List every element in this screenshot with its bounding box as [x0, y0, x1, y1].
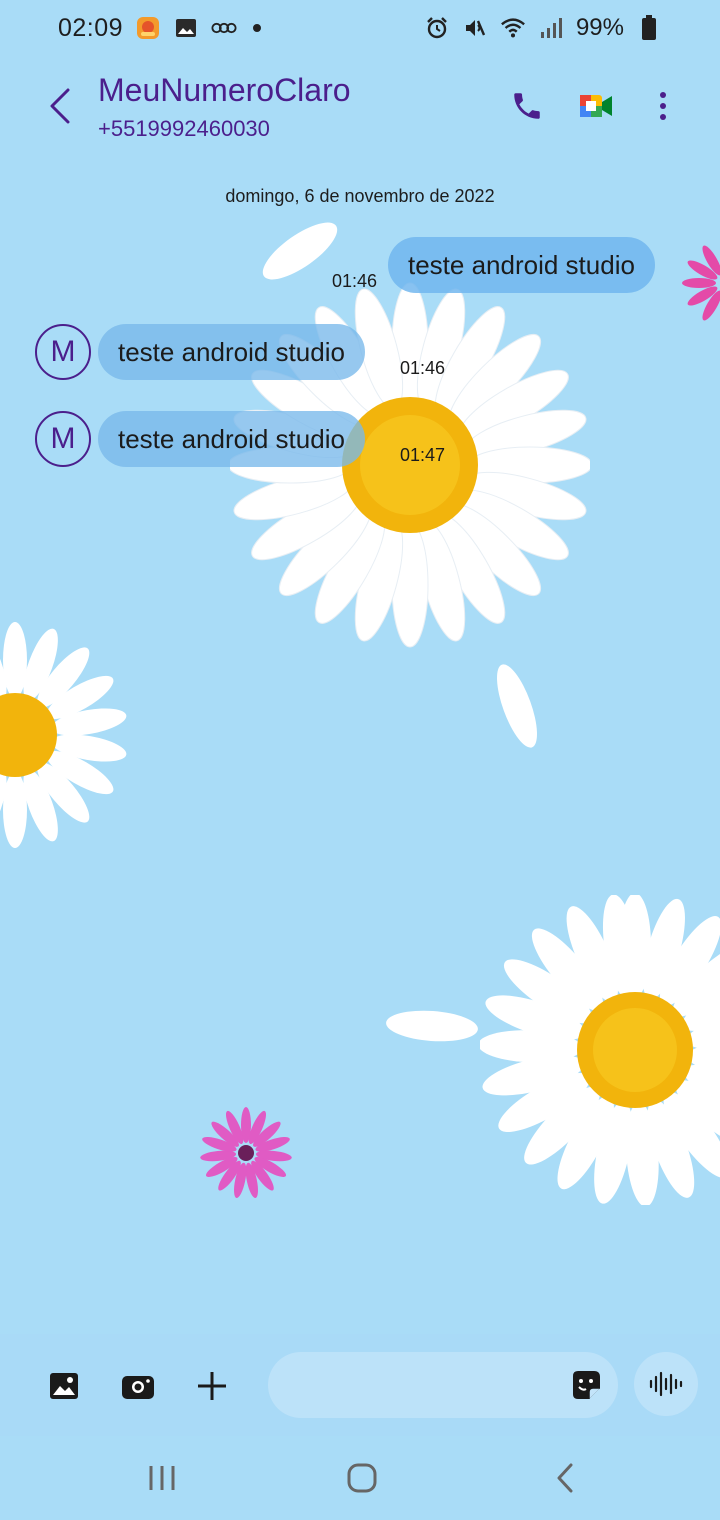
phone-icon	[514, 93, 540, 119]
add-icon	[198, 1372, 226, 1400]
petal-illustration	[386, 1010, 478, 1042]
message-row-received: M teste android studio 01:46	[0, 324, 720, 384]
gallery-icon	[50, 1373, 78, 1399]
avatar-initial: M	[50, 335, 76, 368]
voicemail-icon	[211, 15, 237, 41]
contact-number: +5519992460030	[98, 116, 270, 141]
wifi-icon	[500, 15, 526, 41]
voice-record-button[interactable]	[634, 1352, 698, 1416]
voice-record-icon	[649, 1371, 683, 1397]
message-time: 01:47	[400, 445, 446, 465]
call-button[interactable]	[503, 82, 551, 130]
video-call-button[interactable]	[572, 82, 620, 130]
message-bubble[interactable]: teste android studio	[98, 324, 365, 380]
nav-back-button[interactable]	[540, 1456, 590, 1500]
pink-flower-illustration	[200, 1107, 292, 1199]
alarm-icon	[424, 15, 450, 41]
message-row-received: M teste android studio 01:47	[0, 411, 720, 471]
avatar-initial: M	[50, 422, 76, 455]
message-text: teste android studio	[118, 424, 345, 454]
message-time: 01:46	[400, 358, 446, 378]
daisy-illustration	[480, 895, 720, 1205]
status-bar: 02:09 99%	[0, 0, 720, 56]
add-attachment-button[interactable]	[190, 1364, 234, 1408]
camera-button[interactable]	[116, 1364, 160, 1408]
recents-icon	[149, 1466, 175, 1490]
avatar[interactable]: M	[35, 324, 91, 380]
message-input[interactable]	[292, 1352, 562, 1418]
message-composer	[0, 1334, 720, 1436]
message-input-container[interactable]	[268, 1352, 618, 1418]
more-options-button[interactable]	[639, 82, 687, 130]
home-icon	[347, 1463, 377, 1493]
contact-name[interactable]: MeuNumeroClaro	[98, 72, 351, 109]
message-time: 01:46	[332, 271, 378, 291]
message-text: teste android studio	[408, 250, 635, 280]
app-notification-icon	[135, 15, 161, 41]
back-button[interactable]	[38, 80, 82, 132]
more-options-icon	[660, 92, 666, 120]
conversation-header: MeuNumeroClaro +5519992460030	[0, 56, 720, 166]
sticker-button[interactable]	[566, 1367, 606, 1403]
home-button[interactable]	[337, 1456, 387, 1500]
daisy-illustration	[0, 622, 127, 848]
signal-icon	[538, 15, 564, 41]
petal-illustration	[497, 664, 537, 748]
camera-icon	[122, 1376, 154, 1399]
system-navigation-bar	[0, 1436, 720, 1520]
message-bubble[interactable]: teste android studio	[388, 237, 655, 293]
back-icon	[557, 1463, 573, 1493]
date-separator: domingo, 6 de novembro de 2022	[225, 186, 495, 206]
message-row-sent: 01:46 teste android studio	[0, 237, 720, 297]
video-call-icon	[580, 95, 612, 117]
message-bubble[interactable]: teste android studio	[98, 411, 365, 467]
gallery-button[interactable]	[42, 1364, 86, 1408]
chat-wallpaper	[0, 0, 720, 1520]
recents-button[interactable]	[137, 1456, 187, 1500]
gallery-icon	[173, 15, 199, 41]
chevron-left-icon	[50, 88, 70, 124]
mute-icon	[462, 15, 488, 41]
message-text: teste android studio	[118, 337, 345, 367]
battery-percentage: 99%	[575, 14, 624, 41]
notification-dot	[253, 24, 262, 32]
status-time: 02:09	[58, 13, 124, 42]
battery-icon	[636, 15, 662, 41]
sticker-icon	[573, 1371, 600, 1399]
avatar[interactable]: M	[35, 411, 91, 467]
